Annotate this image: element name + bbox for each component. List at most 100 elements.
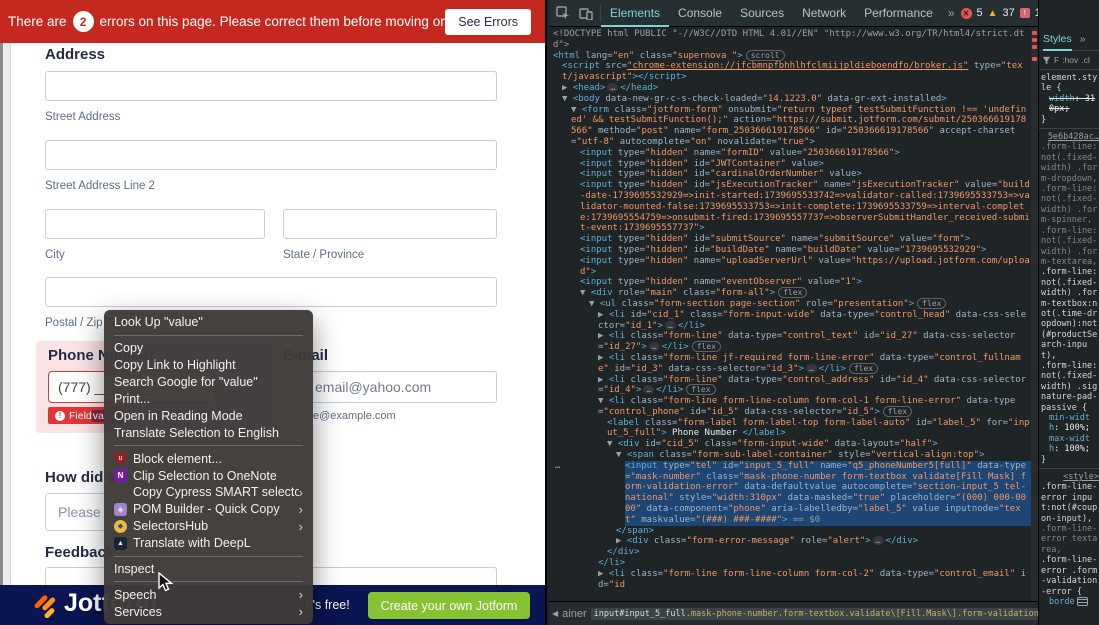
devtools-tree-line[interactable]: ▼ <div id="cid_5" class="form-input-wide… bbox=[607, 439, 1031, 450]
devtools-tree-line[interactable]: ▶ <li class="form-line jf-required form-… bbox=[598, 353, 1031, 375]
context-menu-item[interactable]: Inspect bbox=[104, 561, 313, 578]
context-menu-item[interactable]: Search Google for "value" bbox=[104, 374, 313, 391]
node-menu-dots-icon[interactable]: … bbox=[555, 461, 561, 472]
style-rule-line[interactable]: .form-line:not(.fixed-width) .signature-… bbox=[1041, 361, 1099, 413]
devtools-tree-line[interactable]: ▶ <li class="form-line" data-type="contr… bbox=[598, 331, 1031, 353]
banner-text-before: There are bbox=[8, 14, 67, 29]
context-menu-item[interactable]: Open in Reading Mode bbox=[104, 407, 313, 424]
tab-console[interactable]: Console bbox=[669, 0, 731, 27]
context-menu-item-label: Copy bbox=[114, 341, 144, 356]
style-rule-line[interactable]: element.style { bbox=[1041, 73, 1099, 94]
devtools-tree-line[interactable]: <input type="hidden" id="buildDate" name… bbox=[580, 245, 1031, 256]
devtools-tree-line[interactable]: <script src="chrome-extension://jfcbmnpf… bbox=[562, 61, 1031, 83]
context-menu-item[interactable]: Copy Link to Highlight bbox=[104, 357, 313, 374]
street-address-input[interactable] bbox=[45, 71, 497, 101]
style-rule-line[interactable]: max-width: 100%; bbox=[1049, 434, 1099, 455]
devtools-tree-line[interactable]: ▶ <li class="form-line" data-type="contr… bbox=[598, 375, 1031, 397]
devtools-tree-line[interactable]: <html lang="en" class="supernova "> scrol… bbox=[553, 49, 1031, 62]
devtools-tree-line[interactable]: <input type="hidden" name="formID" value… bbox=[580, 148, 1031, 159]
style-rule-line[interactable]: min-width: 100%; bbox=[1049, 413, 1099, 434]
devtools-tree-line[interactable]: <label class="form-label form-label-top … bbox=[607, 418, 1031, 440]
breadcrumb-truncated[interactable]: ainer bbox=[562, 608, 586, 620]
context-menu-item[interactable]: Print... bbox=[104, 391, 313, 408]
postal-input[interactable] bbox=[45, 277, 497, 307]
city-input[interactable] bbox=[45, 209, 265, 239]
tab-sources[interactable]: Sources bbox=[731, 0, 793, 27]
create-jotform-button[interactable]: Create your own Jotform bbox=[368, 592, 530, 619]
tab-elements[interactable]: Elements bbox=[601, 0, 669, 27]
devtools-tree-line[interactable]: <!DOCTYPE html PUBLIC "-//W3C//DTD HTML … bbox=[553, 29, 1031, 51]
context-menu-item[interactable]: Look Up "value" bbox=[104, 314, 313, 331]
console-error-icon[interactable]: ✕ bbox=[960, 7, 972, 19]
style-rule-line[interactable]: <style> bbox=[1041, 472, 1099, 482]
context-menu-item[interactable]: ▲ Translate with DeepL bbox=[104, 535, 313, 552]
style-rule-line[interactable]: .form-line-error .form-validation-error … bbox=[1041, 555, 1099, 597]
email-input[interactable] bbox=[283, 371, 497, 403]
devtools-tree-line[interactable]: ▶ <head>… </head> bbox=[562, 82, 1031, 94]
page-margin bbox=[0, 43, 11, 625]
state-input[interactable] bbox=[283, 209, 497, 239]
style-rule-line[interactable]: } bbox=[1041, 115, 1099, 125]
tab-performance[interactable]: Performance bbox=[855, 0, 942, 27]
class-toggle[interactable]: .cl bbox=[1081, 55, 1090, 65]
inspect-element-icon[interactable] bbox=[556, 6, 570, 20]
devtools-tree-line[interactable]: ▶ <div class="form-error-message" role="… bbox=[616, 536, 1031, 547]
see-errors-button[interactable]: See Errors bbox=[445, 9, 531, 35]
devtools-tree-line[interactable]: </div> bbox=[607, 547, 1031, 558]
context-menu-item[interactable]: ◆ SelectorsHub › bbox=[104, 518, 313, 535]
devtools-tree-line[interactable]: ▶ <li class="form-line form-line-column … bbox=[598, 569, 1031, 591]
styles-filter-placeholder[interactable]: F bbox=[1054, 55, 1059, 65]
error-banner: There are 2 errors on this page. Please … bbox=[0, 0, 545, 43]
devtools-tree-line[interactable]: <input type="hidden" name="uploadServerU… bbox=[580, 256, 1031, 278]
devtools-tree-line[interactable]: <input type="hidden" name="eventObserver… bbox=[580, 277, 1031, 288]
devtools-tree-line[interactable]: ▼ <span class="form-sub-label-container"… bbox=[616, 450, 1031, 461]
devtools-tree-line[interactable]: ▼ <li class="form-line form-line-column … bbox=[598, 396, 1031, 418]
devtools-tree-line[interactable]: ▶ <li id="cid_1" class="form-input-wide"… bbox=[598, 310, 1031, 332]
devtools-tree-line[interactable]: </li> bbox=[598, 558, 1031, 569]
style-rule-line[interactable]: .form-line:not(.fixed-width) .form-dropd… bbox=[1041, 142, 1099, 184]
tab-styles[interactable]: Styles bbox=[1043, 27, 1072, 51]
more-tabs-chevron[interactable]: » bbox=[942, 6, 961, 20]
context-menu-item[interactable]: Services › bbox=[104, 603, 313, 620]
breadcrumb-active-node[interactable]: input#input_5_full.mask-phone-number.for… bbox=[590, 607, 1038, 620]
context-menu-item[interactable]: N Clip Selection to OneNote bbox=[104, 467, 313, 484]
context-menu-item[interactable]: Translate Selection to English bbox=[104, 424, 313, 441]
context-menu-item[interactable]: Speech › bbox=[104, 586, 313, 603]
styles-more-chevron[interactable]: » bbox=[1080, 33, 1086, 45]
devtools-tree-line[interactable]: <input type="hidden" id="JWTContainer" v… bbox=[580, 159, 1031, 170]
style-rule-line[interactable]: } bbox=[1041, 455, 1099, 465]
street-address2-input[interactable] bbox=[45, 140, 497, 170]
elements-scrollbar[interactable] bbox=[1031, 27, 1038, 601]
context-menu-item[interactable]: Copy Cypress SMART selectors › bbox=[104, 484, 313, 501]
device-toolbar-icon[interactable] bbox=[579, 7, 593, 20]
breadcrumb-back-arrow[interactable]: ◀ bbox=[552, 609, 558, 618]
devtools-tree-line[interactable]: ▼ <ul class="form-section page-section" … bbox=[589, 297, 1031, 310]
devtools-tree-line[interactable]: … <input type="tel" id="input_5_full" nam… bbox=[555, 460, 1031, 526]
devtools-tree-line[interactable]: <input type="hidden" id="cardinalOrderNu… bbox=[580, 169, 1031, 180]
style-rule-line[interactable]: .form-line:not(.fixed-width) .form-texta… bbox=[1041, 226, 1099, 268]
devtools-tree-line[interactable]: ▼ <div role="main" class="form-all"> flex bbox=[580, 287, 1031, 299]
devtools-tree-line[interactable]: <input type="hidden" id="jsExecutionTrac… bbox=[580, 180, 1031, 234]
style-rule-line[interactable]: .form-line-error textarea, bbox=[1041, 524, 1099, 555]
devtools-tree-line[interactable]: <input type="hidden" id="submitSource" n… bbox=[580, 234, 1031, 245]
issues-icon[interactable]: ! bbox=[1019, 8, 1030, 18]
devtools-tree-line[interactable]: ▼ <form class="jotform-form" onsubmit="r… bbox=[571, 105, 1031, 148]
style-rule-line[interactable]: .form-line:not(.fixed-width) .form-textb… bbox=[1041, 267, 1099, 361]
devtools-tree-line[interactable]: </span> bbox=[616, 526, 1031, 537]
console-warning-icon[interactable]: ▲ bbox=[988, 8, 998, 19]
tab-network[interactable]: Network bbox=[793, 0, 855, 27]
devtools-tree-line[interactable]: ▼ <body data-new-gr-c-s-check-loaded="14… bbox=[562, 94, 1031, 105]
style-rule-line[interactable]: 5e6b428ac… bbox=[1041, 132, 1099, 142]
style-rule-line[interactable]: width: 310px; bbox=[1049, 94, 1099, 115]
style-rule-line[interactable]: .form-line:not(.fixed-width) .form-spinn… bbox=[1041, 184, 1099, 226]
context-menu-item[interactable]: Copy bbox=[104, 340, 313, 357]
style-rule-line[interactable]: .form-line-error input:not(#coupon-input… bbox=[1041, 482, 1099, 524]
crumb-classes: .mask-phone-number.form-textbox.validate… bbox=[685, 608, 1038, 619]
context-menu-item[interactable]: u Block element... bbox=[104, 450, 313, 467]
filter-funnel-icon[interactable] bbox=[1042, 56, 1051, 65]
warning-count[interactable]: 37 bbox=[1003, 7, 1015, 19]
error-count[interactable]: 5 bbox=[977, 7, 983, 19]
pseudo-state-toggle[interactable]: :hov bbox=[1062, 55, 1078, 65]
context-menu-item[interactable]: ◈ POM Builder - Quick Copy › bbox=[104, 501, 313, 518]
style-rule-line[interactable]: borde bbox=[1049, 596, 1099, 607]
